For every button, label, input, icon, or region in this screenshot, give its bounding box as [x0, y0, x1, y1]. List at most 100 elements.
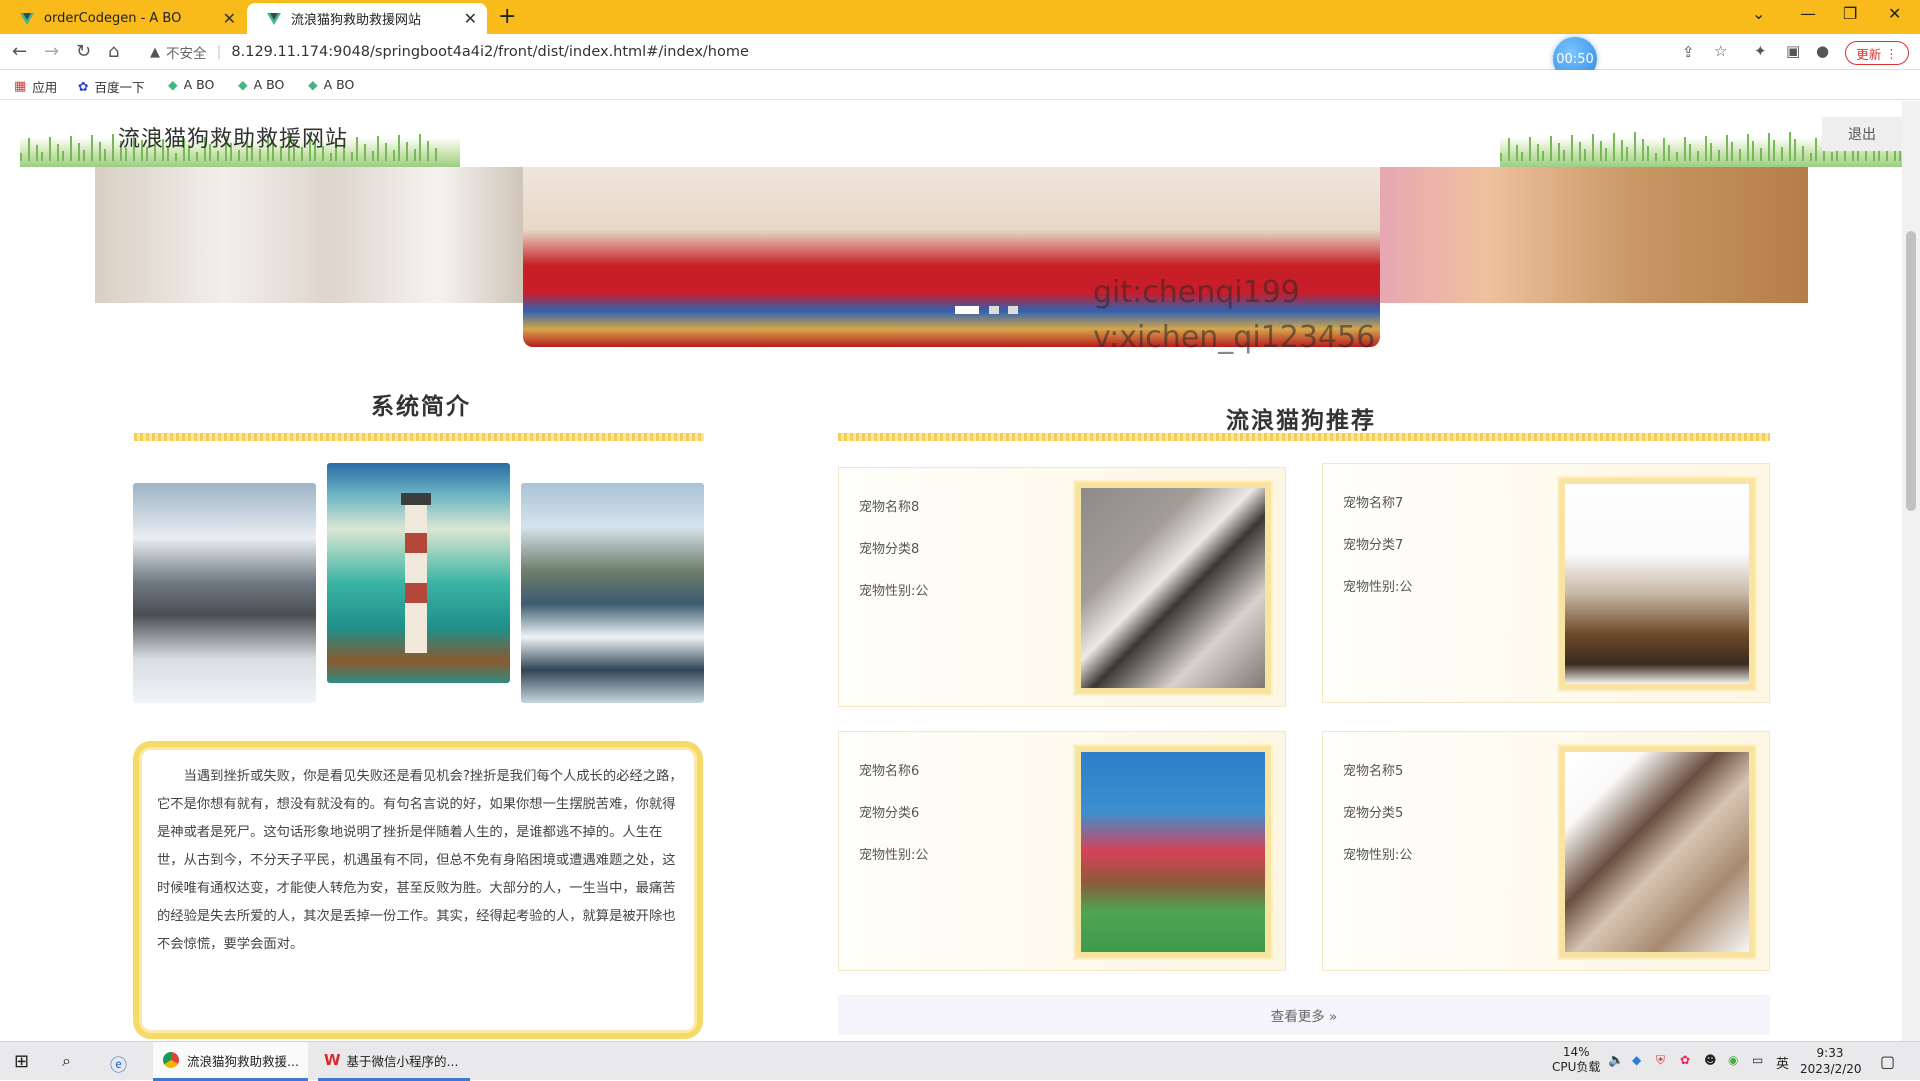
web-page: git:chenqi199 v:xichen_qi123456 流浪猫狗救助救援…	[0, 101, 1902, 1041]
bookmark-abo-1[interactable]: ◆ A BO	[168, 77, 214, 92]
pet-card[interactable]: 宠物名称8 宠物分类8 宠物性别:公	[838, 467, 1286, 707]
restore-icon[interactable]: ❐	[1843, 4, 1857, 23]
clock-date: 2023/2/20	[1800, 1062, 1862, 1076]
ie-icon[interactable]: ⓔ	[110, 1051, 127, 1076]
grass-blade	[20, 153, 22, 161]
network-icon[interactable]: ◆	[1632, 1053, 1641, 1067]
grass-blade	[351, 152, 353, 161]
pet-name: 宠物名称7	[1343, 496, 1404, 511]
extensions-icon[interactable]: ✦	[1754, 42, 1767, 60]
grass-blade	[1584, 149, 1586, 161]
grass-blade	[398, 135, 400, 161]
carousel-indicator-1[interactable]	[955, 306, 979, 314]
view-more-button[interactable]: 查看更多 »	[838, 995, 1770, 1035]
close-tab-icon[interactable]: ✕	[223, 9, 236, 28]
display-icon[interactable]: ▭	[1752, 1053, 1763, 1067]
pet-card[interactable]: 宠物名称6 宠物分类6 宠物性别:公	[838, 731, 1286, 971]
tab-title: orderCodegen - A BO	[44, 11, 182, 26]
grass-blade	[196, 152, 198, 161]
grass-blade	[364, 144, 366, 161]
watermark-line-2: v:xichen_qi123456	[1093, 320, 1376, 355]
bookmark-label: A BO	[183, 77, 215, 92]
pet-card[interactable]: 宠物名称7 宠物分类7 宠物性别:公	[1322, 463, 1770, 703]
carousel-slide-prev[interactable]	[95, 167, 525, 303]
grass-blade	[1760, 148, 1762, 161]
page-scrollbar[interactable]	[1902, 101, 1920, 1041]
security-shield-icon[interactable]: ⛨	[1656, 1053, 1665, 1068]
pet-gender: 宠物性别:公	[1343, 848, 1413, 863]
tab-ordercodegen[interactable]: orderCodegen - A BO ✕	[0, 3, 246, 34]
grass-blade	[1642, 139, 1644, 161]
tab-stray-pet-site[interactable]: 流浪猫狗救助救援网站 ✕	[247, 3, 487, 34]
share-icon[interactable]: ⇪	[1682, 43, 1695, 61]
close-tab-icon[interactable]: ✕	[464, 9, 477, 28]
qq-icon[interactable]: ☻	[1704, 1053, 1717, 1067]
grass-blade	[1626, 147, 1628, 161]
pet-card[interactable]: 宠物名称5 宠物分类5 宠物性别:公	[1322, 731, 1770, 971]
grass-blade	[1852, 151, 1854, 161]
wechat-icon[interactable]: ◉	[1728, 1053, 1738, 1067]
logout-button[interactable]: 退出	[1822, 117, 1902, 151]
search-icon[interactable]: ⌕	[62, 1051, 71, 1071]
watermark-line-1: git:chenqi199	[1093, 275, 1300, 310]
clock[interactable]: 9:33 2023/2/20	[1800, 1045, 1862, 1077]
security-label: 不安全	[166, 46, 207, 62]
wps-icon: W	[324, 1051, 341, 1069]
bookmark-abo-3[interactable]: ◆ A BO	[308, 77, 354, 92]
tab-title: 流浪猫狗救助救援网站	[291, 13, 422, 28]
grass-blade	[1684, 137, 1686, 161]
carousel-indicator-2[interactable]	[989, 306, 999, 314]
bookmark-apps[interactable]: ▦ 应用	[14, 77, 57, 96]
ime-indicator[interactable]: 英	[1776, 1053, 1789, 1072]
windows-start-icon[interactable]: ⊞	[14, 1051, 29, 1072]
grass-blade	[1600, 141, 1602, 161]
grass-blade	[1794, 139, 1796, 161]
reload-icon[interactable]: ↻	[76, 41, 91, 62]
grass-blade	[57, 144, 59, 161]
scrollbar-thumb[interactable]	[1906, 231, 1916, 511]
forward-icon[interactable]: →	[44, 41, 59, 62]
grass-blade	[385, 143, 387, 161]
pet-category: 宠物分类6	[859, 806, 920, 821]
carousel-slide-next[interactable]	[1380, 167, 1808, 303]
bookmark-baidu[interactable]: ✿ 百度一下	[78, 77, 145, 96]
carousel-indicator-3[interactable]	[1008, 306, 1018, 314]
warning-icon: ▲	[150, 44, 160, 60]
tray-app-icon[interactable]: ✿	[1680, 1053, 1690, 1067]
grass-blade	[427, 141, 429, 161]
grass-blade	[1550, 136, 1552, 161]
home-icon[interactable]: ⌂	[108, 41, 119, 62]
side-panel-icon[interactable]: ▣	[1786, 42, 1800, 60]
bookmark-star-icon[interactable]: ☆	[1714, 42, 1727, 60]
grass-blade	[1697, 151, 1699, 161]
new-tab-button[interactable]: +	[498, 4, 516, 29]
pet-photo[interactable]	[1559, 746, 1755, 958]
close-window-icon[interactable]: ✕	[1888, 4, 1901, 23]
grass-blade	[83, 150, 85, 161]
grass-blade	[1634, 132, 1636, 161]
grass-blade	[91, 135, 93, 161]
minimize-icon[interactable]: —	[1800, 4, 1816, 23]
profile-icon[interactable]: ●	[1816, 42, 1829, 60]
grass-blade	[1773, 140, 1775, 161]
notification-icon[interactable]: ▢	[1880, 1052, 1895, 1071]
grass-blade	[1571, 135, 1573, 161]
pet-photo[interactable]	[1559, 478, 1755, 690]
intro-text-box: 当遇到挫折或失败，你是看见失败还是看见机会?挫折是我们每个人成长的必经之路，它不…	[133, 741, 703, 1039]
taskbar-app-chrome[interactable]: 流浪猫狗救助救援...	[153, 1042, 308, 1081]
back-icon[interactable]: ←	[12, 41, 27, 62]
tab-search-icon[interactable]: ⌄	[1752, 4, 1765, 23]
url-separator: |	[216, 44, 222, 60]
pet-photo[interactable]	[1075, 482, 1271, 694]
bookmark-abo-2[interactable]: ◆ A BO	[238, 77, 284, 92]
update-button[interactable]: 更新 ⋮	[1845, 41, 1909, 65]
taskbar-app-wps[interactable]: W 基于微信小程序的...	[318, 1042, 470, 1081]
bookmark-label: 百度一下	[94, 80, 145, 95]
url-field[interactable]: ▲ 不安全 | 8.129.11.174:9048/springboot4a4i…	[142, 38, 1562, 66]
volume-icon[interactable]: 🔈	[1608, 1053, 1624, 1068]
grass-blade	[1579, 142, 1581, 161]
browser-tab-bar: orderCodegen - A BO ✕ 流浪猫狗救助救援网站 ✕ + ⌄ —…	[0, 0, 1920, 34]
windows-taskbar: ⊞ ⌕ ⓔ 流浪猫狗救助救援... W 基于微信小程序的... 14% CPU负…	[0, 1041, 1920, 1081]
pet-photo[interactable]	[1075, 746, 1271, 958]
grass-blade	[1529, 137, 1531, 161]
